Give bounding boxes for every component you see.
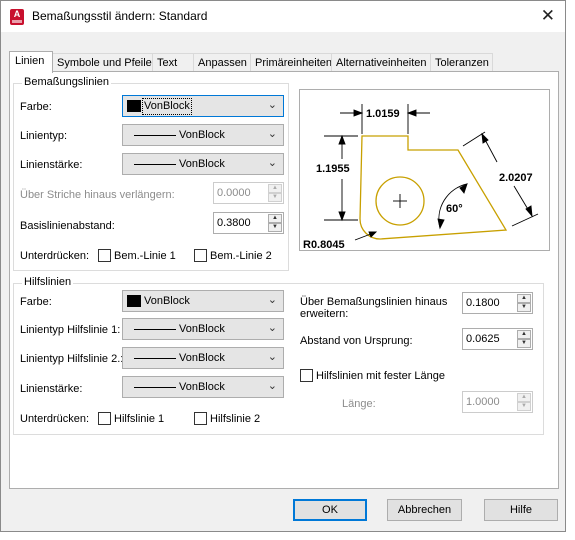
tab-panel-linien: Bemaßungslinien Farbe: VonBlock ⌄ Linien…: [9, 71, 559, 489]
spin-up-icon[interactable]: ▲: [517, 393, 531, 402]
select-value: VonBlock: [179, 381, 225, 393]
help-button[interactable]: Hilfe: [484, 499, 558, 521]
title-bar: A Bemaßungsstil ändern: Standard ✕: [1, 1, 565, 32]
checkbox-label: Hilfslinie 1: [114, 413, 165, 425]
spin-down-icon[interactable]: ▼: [517, 402, 531, 411]
dialog-window: A Bemaßungsstil ändern: Standard ✕ Linie…: [0, 0, 566, 532]
select-value: VonBlock: [179, 158, 225, 170]
spin-down-icon[interactable]: ▼: [517, 339, 531, 348]
preview-dim-top: 1.0159: [366, 108, 400, 120]
input-value: 0.0625: [466, 333, 500, 345]
input-value: 0.0000: [217, 187, 251, 199]
chevron-down-icon: ⌄: [267, 294, 277, 306]
checkbox-label: Hilfslinie 2: [210, 413, 261, 425]
tab-toleranzen[interactable]: Toleranzen: [430, 53, 493, 72]
suppress-extline1-checkbox[interactable]: [98, 412, 111, 425]
spin-down-icon[interactable]: ▼: [268, 223, 282, 232]
ext-unterdruecken-label: Unterdrücken:: [20, 413, 90, 425]
extline-lineweight-select[interactable]: VonBlock ⌄: [122, 376, 284, 398]
line-sample: [134, 387, 176, 388]
erweitern-label-2: erweitern:: [300, 308, 349, 320]
verlaengern-label: Über Striche hinaus verlängern:: [20, 189, 175, 201]
dimline-linetype-select[interactable]: VonBlock ⌄: [122, 124, 284, 146]
dimline-lineweight-select[interactable]: VonBlock ⌄: [122, 153, 284, 175]
select-value: VonBlock: [179, 129, 225, 141]
select-value: VonBlock: [144, 295, 190, 307]
tab-primaereinheiten[interactable]: Primäreinheiten: [250, 53, 332, 72]
extend-beyond-dimlines-input[interactable]: 0.1800 ▲ ▼: [462, 292, 533, 314]
cancel-button[interactable]: Abbrechen: [387, 499, 462, 521]
group-title: Hilfslinien: [22, 276, 74, 289]
autocad-app-icon: A: [10, 9, 24, 25]
chevron-down-icon: ⌄: [267, 380, 277, 392]
tab-alternativeinheiten[interactable]: Alternativeinheiten: [331, 53, 431, 72]
chevron-down-icon: ⌄: [267, 128, 277, 140]
baseline-spacing-input[interactable]: 0.3800 ▲ ▼: [213, 212, 284, 234]
chevron-down-icon: ⌄: [267, 322, 277, 334]
suppress-dimline2-checkbox[interactable]: [194, 249, 207, 262]
tab-anpassen[interactable]: Anpassen: [193, 53, 251, 72]
ok-button[interactable]: OK: [293, 499, 367, 521]
preview-angle: 60°: [446, 203, 463, 215]
extline2-linetype-select[interactable]: VonBlock ⌄: [122, 347, 284, 369]
color-swatch: [127, 295, 141, 307]
close-icon[interactable]: ✕: [541, 6, 555, 26]
checkbox-label: Bem.-Linie 2: [210, 250, 272, 262]
tab-text[interactable]: Text: [152, 53, 194, 72]
group-title: Bemaßungslinien: [22, 76, 111, 89]
extend-beyond-ticks-input[interactable]: 0.0000 ▲ ▼: [213, 182, 284, 204]
line-sample: [134, 135, 176, 136]
spin-up-icon[interactable]: ▲: [268, 214, 282, 223]
suppress-extline2-checkbox[interactable]: [194, 412, 207, 425]
preview-drawing: 1.0159 1.1955 2.0207 60° R0.8045: [303, 104, 539, 250]
farbe-label: Farbe:: [20, 101, 52, 113]
input-value: 0.1800: [466, 297, 500, 309]
checkbox-label: Bem.-Linie 1: [114, 250, 176, 262]
select-value: VonBlock: [179, 323, 225, 335]
tab-linien[interactable]: Linien: [9, 51, 53, 73]
ext-staerke-label: Linienstärke:: [20, 383, 83, 395]
color-swatch: [127, 100, 141, 112]
offset-from-origin-input[interactable]: 0.0625 ▲ ▼: [462, 328, 533, 350]
unterdruecken-label: Unterdrücken:: [20, 250, 90, 262]
linientyp-label: Linientyp:: [20, 130, 68, 142]
linienstaerke-label: Linienstärke:: [20, 159, 83, 171]
spin-up-icon[interactable]: ▲: [517, 294, 531, 303]
abstand-label: Abstand von Ursprung:: [300, 335, 413, 347]
suppress-dimline1-checkbox[interactable]: [98, 249, 111, 262]
line-sample: [134, 164, 176, 165]
extline1-linetype-select[interactable]: VonBlock ⌄: [122, 318, 284, 340]
extline-color-select[interactable]: VonBlock ⌄: [122, 290, 284, 312]
line-sample: [134, 358, 176, 359]
spin-up-icon[interactable]: ▲: [517, 330, 531, 339]
checkbox-label: Hilfslinien mit fester Länge: [316, 370, 446, 382]
fixed-length-checkbox[interactable]: [300, 369, 313, 382]
dimension-preview: 1.0159 1.1955 2.0207 60° R0.8045: [299, 89, 550, 251]
ext-farbe-label: Farbe:: [20, 296, 52, 308]
chevron-down-icon: ⌄: [267, 157, 277, 169]
laenge-label: Länge:: [342, 398, 376, 410]
preview-dim-left: 1.1955: [316, 163, 350, 175]
spin-up-icon[interactable]: ▲: [268, 184, 282, 193]
ext-lt2-label: Linientyp Hilfslinie 2.:: [20, 353, 124, 365]
spin-down-icon[interactable]: ▼: [268, 193, 282, 202]
window-title: Bemaßungsstil ändern: Standard: [32, 9, 208, 23]
spin-down-icon[interactable]: ▼: [517, 303, 531, 312]
line-sample: [134, 329, 176, 330]
basislinienabstand-label: Basislinienabstand:: [20, 220, 115, 232]
preview-dim-right: 2.0207: [499, 172, 533, 184]
chevron-down-icon: ⌄: [267, 99, 277, 111]
select-value: VonBlock: [179, 352, 225, 364]
ext-lt1-label: Linientyp Hilfslinie 1:: [20, 324, 121, 336]
dimline-color-select[interactable]: VonBlock ⌄: [122, 95, 284, 117]
input-value: 0.3800: [217, 217, 251, 229]
select-value: VonBlock: [142, 98, 192, 115]
tab-symbole-und-pfeile[interactable]: Symbole und Pfeile: [52, 53, 153, 72]
preview-radius: R0.8045: [303, 239, 345, 250]
input-value: 1.0000: [466, 396, 500, 408]
chevron-down-icon: ⌄: [267, 351, 277, 363]
fixed-length-input[interactable]: 1.0000 ▲ ▼: [462, 391, 533, 413]
